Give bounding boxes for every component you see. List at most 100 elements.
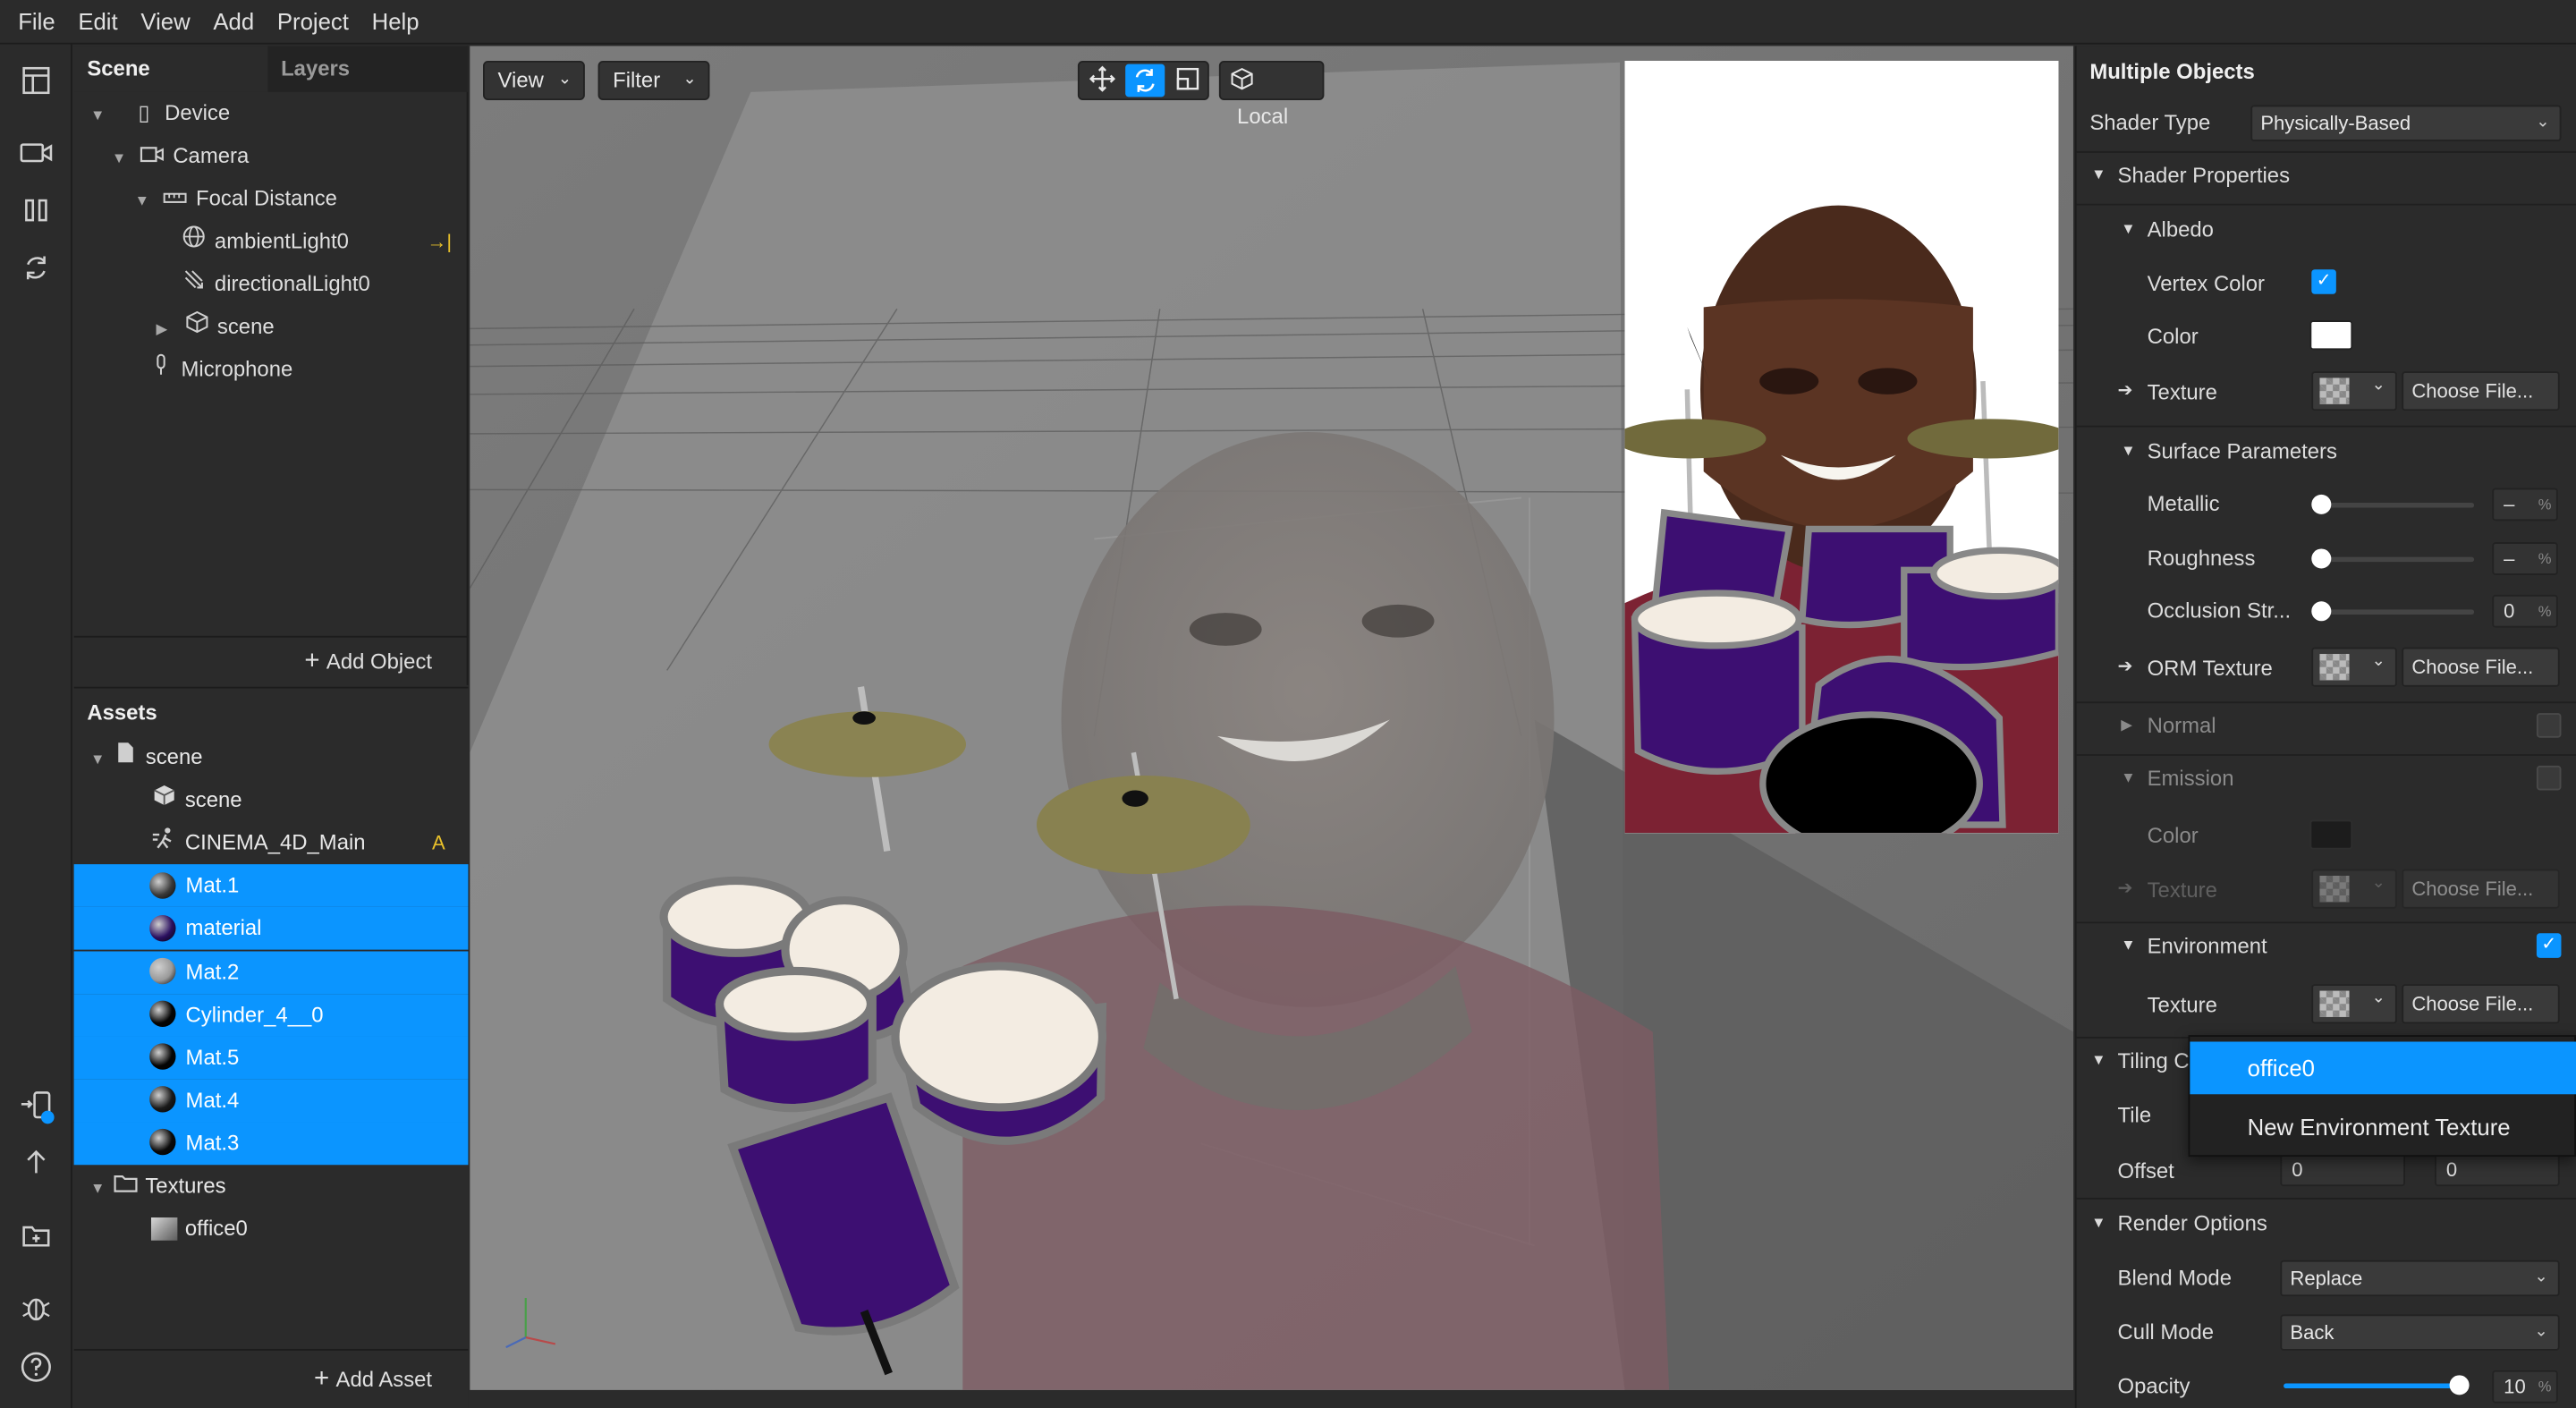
metallic-slider-thumb[interactable]: [2311, 494, 2332, 514]
asset-item[interactable]: Mat.1: [73, 864, 469, 908]
menu-add[interactable]: Add: [213, 8, 254, 34]
asset-item[interactable]: Mat.2: [73, 950, 469, 994]
metallic-slider-track[interactable]: [2316, 503, 2475, 508]
expand-triangle-icon[interactable]: ▼: [2121, 442, 2135, 458]
offset-x-field[interactable]: 0: [2280, 1153, 2405, 1187]
albedo-color-swatch[interactable]: [2309, 320, 2353, 351]
albedo-texture-picker[interactable]: ⌄: [2311, 371, 2397, 411]
emission-color-swatch[interactable]: [2309, 819, 2353, 850]
link-arrow-icon[interactable]: ➔: [2118, 379, 2133, 401]
emission-choose-file-button[interactable]: Choose File...: [2402, 869, 2560, 909]
asset-item[interactable]: CINEMA_4D_Main A: [74, 822, 469, 865]
occlusion-slider-track[interactable]: [2316, 609, 2475, 615]
vertex-color-checkbox[interactable]: ✓: [2311, 269, 2336, 294]
normal-header[interactable]: ▶ Normal: [2077, 713, 2576, 746]
link-arrow-icon[interactable]: ➔: [2118, 878, 2133, 899]
expand-triangle-icon[interactable]: ▼: [2121, 937, 2135, 953]
rotate-tool-icon[interactable]: [1125, 64, 1165, 98]
video-icon[interactable]: [20, 138, 53, 171]
tree-item-directional-light[interactable]: directionalLight0: [179, 263, 370, 306]
asset-item[interactable]: Mat.4: [73, 1079, 469, 1123]
emission-checkbox[interactable]: [2536, 765, 2562, 791]
expand-triangle-icon[interactable]: ▼: [2121, 769, 2135, 785]
menu-help[interactable]: Help: [372, 8, 419, 34]
menu-file[interactable]: File: [18, 8, 55, 34]
tab-layers[interactable]: Layers: [267, 46, 469, 92]
menu-project[interactable]: Project: [277, 8, 349, 34]
occlusion-value-field[interactable]: 0 %: [2492, 594, 2558, 628]
device-preview-icon[interactable]: [20, 1090, 55, 1124]
emission-texture-picker[interactable]: ⌄: [2311, 869, 2397, 909]
albedo-choose-file-button[interactable]: Choose File...: [2402, 371, 2560, 411]
opacity-slider-track[interactable]: [2284, 1383, 2460, 1389]
expand-triangle-icon[interactable]: ▼: [2091, 166, 2106, 182]
menu-edit[interactable]: Edit: [78, 8, 117, 34]
roughness-slider-thumb[interactable]: [2311, 548, 2332, 569]
expand-triangle-icon[interactable]: ▼: [90, 94, 110, 137]
metallic-value-field[interactable]: – %: [2492, 488, 2558, 522]
view-menu-button[interactable]: View ⌄: [483, 60, 585, 101]
expand-triangle-icon[interactable]: ▼: [2091, 1052, 2106, 1068]
occlusion-slider-thumb[interactable]: [2311, 601, 2332, 622]
device-preview[interactable]: [1624, 60, 2059, 834]
orm-choose-file-button[interactable]: Choose File...: [2402, 647, 2560, 687]
tab-scene[interactable]: Scene: [73, 46, 268, 92]
move-tool-icon[interactable]: [1084, 65, 1120, 95]
expand-triangle-icon[interactable]: ▼: [90, 1166, 110, 1209]
environment-texture-picker[interactable]: ⌄: [2311, 984, 2397, 1024]
expand-triangle-icon[interactable]: ▼: [135, 179, 155, 222]
asset-item[interactable]: ▼ Textures: [74, 1165, 469, 1208]
filter-menu-button[interactable]: Filter ⌄: [597, 60, 710, 101]
emission-header[interactable]: ▼ Emission: [2077, 765, 2576, 799]
cull-mode-select[interactable]: Back ⌄: [2280, 1314, 2560, 1351]
shader-type-select[interactable]: Physically-Based ⌄: [2250, 105, 2562, 141]
tree-item-microphone[interactable]: Microphone: [135, 348, 292, 391]
upload-arrow-icon[interactable]: [20, 1147, 53, 1180]
pause-bars-icon[interactable]: [20, 196, 53, 229]
offset-y-field[interactable]: 0: [2435, 1153, 2560, 1187]
collapse-triangle-icon[interactable]: ▶: [156, 307, 175, 350]
asset-item[interactable]: ▼ scene: [74, 736, 469, 779]
asset-item[interactable]: Cylinder_4__0: [73, 993, 469, 1037]
tree-item-focal-distance[interactable]: ▼ Focal Distance: [135, 177, 337, 220]
collapse-triangle-icon[interactable]: ▶: [2121, 717, 2132, 734]
dropdown-item-new-environment-texture[interactable]: New Environment Texture: [2190, 1101, 2576, 1154]
add-object-button[interactable]: + Add Object: [73, 635, 469, 685]
asset-item[interactable]: Mat.3: [73, 1122, 469, 1166]
expand-triangle-icon[interactable]: ▼: [2121, 220, 2135, 236]
asset-item[interactable]: office0: [74, 1208, 469, 1251]
expand-triangle-icon[interactable]: ▼: [2091, 1214, 2106, 1230]
scale-tool-icon[interactable]: [1170, 65, 1206, 95]
asset-item[interactable]: Mat.5: [73, 1036, 469, 1080]
add-asset-button[interactable]: + Add Asset: [73, 1348, 469, 1408]
normal-checkbox[interactable]: [2536, 713, 2562, 738]
expand-triangle-icon[interactable]: ▼: [112, 136, 131, 179]
menu-view[interactable]: View: [140, 8, 190, 34]
add-folder-icon[interactable]: [20, 1221, 53, 1254]
bug-icon[interactable]: [20, 1293, 53, 1327]
render-options-header[interactable]: ▼ Render Options: [2077, 1211, 2576, 1244]
opacity-slider-thumb[interactable]: [2449, 1375, 2470, 1395]
tree-item-device[interactable]: ▼ ▯ Device: [90, 92, 230, 135]
link-arrow-icon[interactable]: ➔: [2118, 656, 2133, 677]
expand-triangle-icon[interactable]: ▼: [90, 738, 110, 781]
asset-item[interactable]: scene: [74, 779, 469, 822]
local-space-toggle[interactable]: Local: [1218, 60, 1325, 128]
orm-texture-picker[interactable]: ⌄: [2311, 647, 2397, 687]
tree-item-ambient-light[interactable]: ambientLight0 →|: [179, 220, 468, 263]
material-ball-icon: [149, 1086, 176, 1114]
tree-item-scene[interactable]: ▶ scene: [156, 306, 275, 350]
asset-item[interactable]: material: [73, 907, 469, 951]
refresh-icon[interactable]: [20, 253, 53, 286]
layout-icon[interactable]: [20, 65, 53, 98]
environment-checkbox[interactable]: ✓: [2536, 933, 2562, 958]
dropdown-item-office0[interactable]: office0: [2190, 1041, 2576, 1095]
blend-mode-select[interactable]: Replace ⌄: [2280, 1260, 2560, 1297]
environment-header[interactable]: ▼ Environment ✓: [2077, 933, 2576, 966]
roughness-slider-track[interactable]: [2316, 556, 2475, 563]
roughness-value-field[interactable]: – %: [2492, 542, 2558, 575]
opacity-value-field[interactable]: 10 %: [2492, 1370, 2558, 1404]
environment-choose-file-button[interactable]: Choose File...: [2402, 984, 2560, 1024]
tree-item-camera[interactable]: ▼ Camera: [112, 135, 249, 178]
help-icon[interactable]: [20, 1351, 53, 1384]
